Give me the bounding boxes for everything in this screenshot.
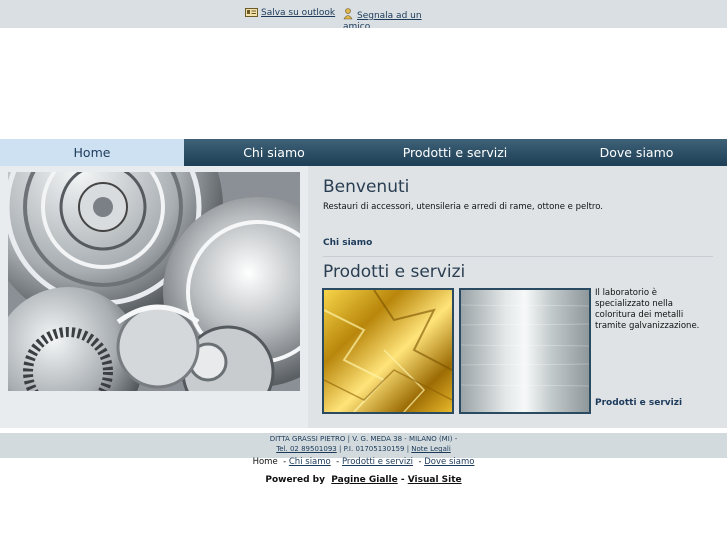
section-divider [323,256,713,257]
powered-by: Powered by Pagine Gialle - Visual Site [0,475,727,485]
pagine-gialle-link[interactable]: Pagine Gialle [331,475,397,485]
nav-item-dove-siamo[interactable]: Dove siamo [546,139,727,166]
products-title: Prodotti e servizi [323,262,466,282]
gold-texture-image [322,288,454,414]
hero-image-metal-plates [8,172,300,391]
address-card-icon [245,8,258,17]
footer-separator: | [406,445,410,453]
footer-piva: P.I. 01705130159 [343,445,405,453]
footer-info: DITTA GRASSI PIETRO | V. G. MEDA 38 - MI… [0,433,727,458]
footer-company: DITTA GRASSI PIETRO | V. G. MEDA 38 - MI… [269,435,458,443]
footer-nav-prodotti-servizi[interactable]: Prodotti e servizi [342,457,413,467]
welcome-intro: Restauri di accessori, utensileria e arr… [323,202,603,212]
footer-nav-chi-siamo[interactable]: Chi siamo [289,457,331,467]
visual-site-link[interactable]: Visual Site [408,475,462,485]
nav-item-chi-siamo[interactable]: Chi siamo [184,139,364,166]
powered-by-label: Powered by [265,475,325,485]
footer-nav-dove-siamo[interactable]: Dove siamo [424,457,474,467]
main-nav: Home Chi siamo Prodotti e servizi Dove s… [0,139,727,166]
footer-separator: | [338,445,342,453]
person-share-icon [343,8,353,20]
footer-contacts: Tel. 02 89501093 | P.I. 01705130159 | No… [0,445,727,453]
footer-nav: Home - Chi siamo - Prodotti e servizi - … [252,457,475,467]
chi-siamo-link[interactable]: Chi siamo [323,238,372,248]
save-outlook-label: Salva su outlook [261,8,336,18]
footer-tel-link[interactable]: Tel. 02 89501093 [276,445,337,453]
recommend-label-1: Segnala ad un [357,11,422,21]
save-outlook-link[interactable]: Salva su outlook [245,8,335,19]
welcome-title: Benvenuti [323,177,410,197]
header-area [0,28,727,139]
top-utility-bar: Salva su outlook Segnala ad un amico [0,0,727,32]
footer-nav-home[interactable]: Home [253,457,278,467]
footer-legal-link[interactable]: Note Legali [411,445,451,453]
nav-item-home[interactable]: Home [0,139,184,166]
powered-by-separator: - [400,475,405,485]
brushed-steel-image [459,288,591,414]
products-description: Il laboratorio è specializzato nella col… [595,288,700,331]
nav-item-prodotti-servizi[interactable]: Prodotti e servizi [364,139,546,166]
prodotti-servizi-link[interactable]: Prodotti e servizi [595,398,682,408]
